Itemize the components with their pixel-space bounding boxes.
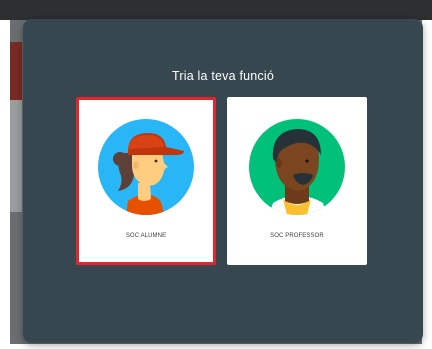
background-top-bar xyxy=(0,0,432,20)
role-selection-dialog: Tria la teva funció SOC ALUMNE SOC PROFE… xyxy=(23,19,423,343)
dialog-title: Tria la teva funció xyxy=(172,69,274,83)
background-header-strip xyxy=(10,42,22,100)
student-avatar-icon xyxy=(98,119,194,215)
teacher-avatar-icon xyxy=(249,119,345,215)
role-card-teacher[interactable]: SOC PROFESSOR xyxy=(227,97,367,265)
background-card-edge xyxy=(10,100,22,212)
role-label-teacher: SOC PROFESSOR xyxy=(270,233,324,239)
role-label-student: SOC ALUMNE xyxy=(125,233,167,239)
role-card-student[interactable]: SOC ALUMNE xyxy=(76,97,216,265)
